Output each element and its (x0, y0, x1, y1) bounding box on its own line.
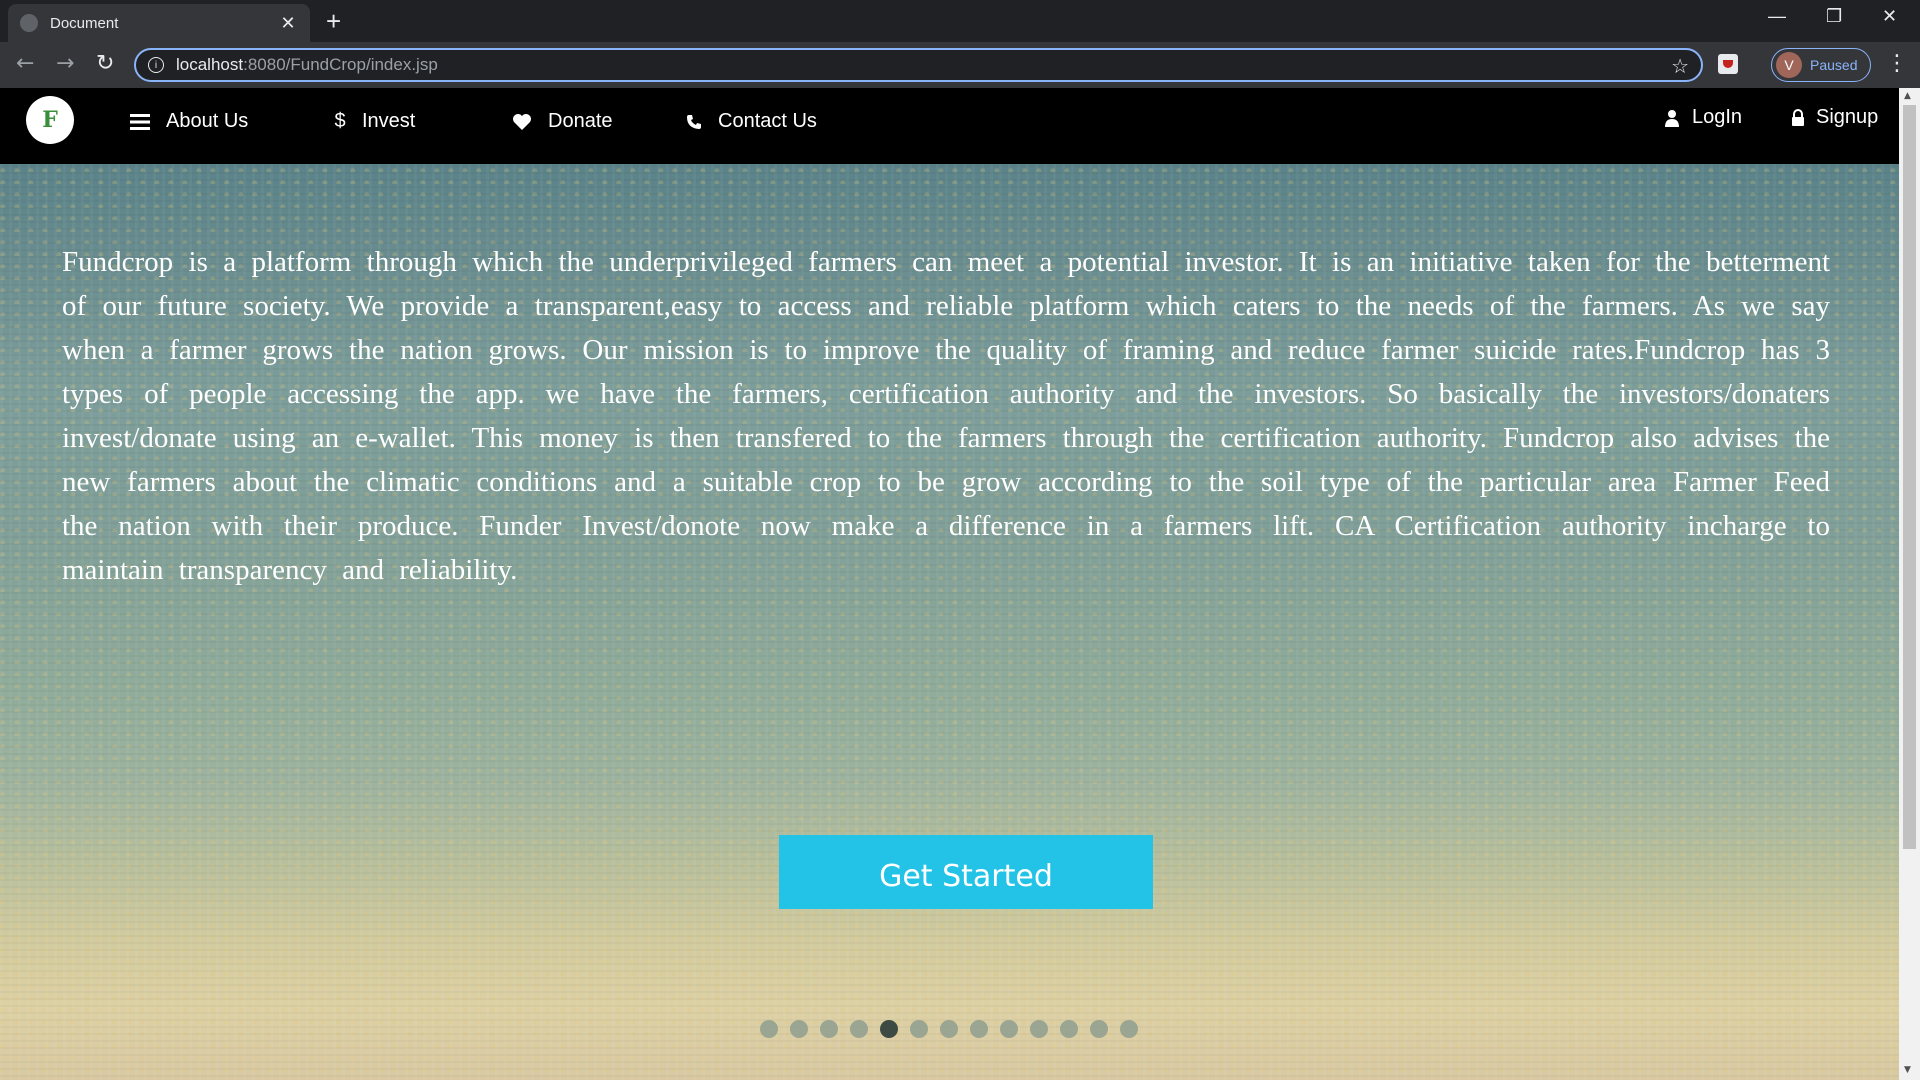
site-logo[interactable]: F (26, 96, 74, 144)
browser-tab-bar: Document ✕ + — ❐ ✕ (0, 0, 1920, 42)
nav-donate-label: Donate (548, 110, 613, 132)
globe-icon (20, 14, 38, 32)
carousel-dot[interactable] (1030, 1020, 1048, 1038)
new-tab-button[interactable]: + (326, 8, 341, 34)
info-icon[interactable]: i (148, 57, 164, 73)
url-host: localhost (176, 55, 244, 74)
minimize-icon[interactable]: — (1768, 6, 1786, 27)
dollar-icon: $ (334, 110, 346, 132)
profile-status: Paused (1810, 57, 1858, 73)
restore-icon[interactable]: ❐ (1826, 6, 1842, 27)
nav-about-us[interactable]: About Us (130, 110, 248, 133)
nav-about-us-label: About Us (166, 110, 249, 132)
nav-invest[interactable]: $ Invest (330, 110, 415, 133)
phone-icon (684, 112, 704, 132)
close-window-icon[interactable]: ✕ (1882, 6, 1897, 27)
address-bar[interactable]: i localhost:8080/FundCrop/index.jsp ☆ (134, 48, 1703, 82)
logo-letter: F (42, 107, 58, 133)
scroll-up-icon[interactable]: ▲ (1904, 91, 1911, 101)
page-scrollbar[interactable]: ▲ ▼ (1899, 88, 1920, 1080)
browser-toolbar: ← → ↻ i localhost:8080/FundCrop/index.js… (0, 42, 1920, 88)
nav-invest-label: Invest (362, 110, 416, 132)
browser-menu-icon[interactable]: ⋮ (1886, 52, 1908, 76)
scroll-thumb[interactable] (1903, 105, 1916, 849)
nav-login[interactable]: LogIn (1662, 106, 1742, 129)
list-icon (130, 112, 150, 132)
carousel-dot[interactable] (880, 1020, 898, 1038)
carousel-dot[interactable] (940, 1020, 958, 1038)
carousel-dot[interactable] (910, 1020, 928, 1038)
carousel-dot[interactable] (850, 1020, 868, 1038)
carousel-dot[interactable] (1000, 1020, 1018, 1038)
scroll-down-icon[interactable]: ▼ (1904, 1065, 1911, 1075)
nav-signup-label: Signup (1816, 106, 1879, 128)
browser-tab[interactable]: Document ✕ (8, 4, 310, 42)
profile-button[interactable]: V Paused (1771, 48, 1871, 82)
url-path: :8080/FundCrop/index.jsp (243, 55, 438, 74)
forward-icon[interactable]: → (56, 52, 74, 76)
carousel-dot[interactable] (760, 1020, 778, 1038)
lock-icon (1788, 108, 1808, 128)
bookmark-star-icon[interactable]: ☆ (1671, 54, 1689, 78)
close-tab-icon[interactable]: ✕ (278, 13, 298, 34)
back-icon[interactable]: ← (16, 52, 34, 76)
nav-login-label: LogIn (1692, 106, 1743, 128)
carousel-dot[interactable] (1120, 1020, 1138, 1038)
carousel-dot[interactable] (1090, 1020, 1108, 1038)
about-description: Fundcrop is a platform through which the… (62, 246, 1830, 586)
page-viewport: F About Us $ Invest Donate Contact Us Lo… (0, 88, 1920, 1080)
heart-icon (512, 112, 532, 132)
carousel-dot[interactable] (1060, 1020, 1078, 1038)
nav-contact-us[interactable]: Contact Us (684, 110, 817, 133)
carousel-dot[interactable] (820, 1020, 838, 1038)
nav-signup[interactable]: Signup (1788, 106, 1878, 129)
avatar: V (1776, 52, 1802, 78)
carousel-indicators (760, 1020, 1138, 1038)
reload-icon[interactable]: ↻ (96, 52, 114, 76)
extension-icon[interactable] (1718, 54, 1738, 74)
carousel-dot[interactable] (970, 1020, 988, 1038)
user-icon (1662, 108, 1682, 128)
nav-donate[interactable]: Donate (512, 110, 613, 133)
site-navbar: F About Us $ Invest Donate Contact Us Lo… (0, 88, 1899, 164)
carousel-dot[interactable] (790, 1020, 808, 1038)
tab-title: Document (50, 14, 119, 32)
nav-contact-us-label: Contact Us (718, 110, 817, 132)
get-started-button[interactable]: Get Started (779, 835, 1153, 909)
